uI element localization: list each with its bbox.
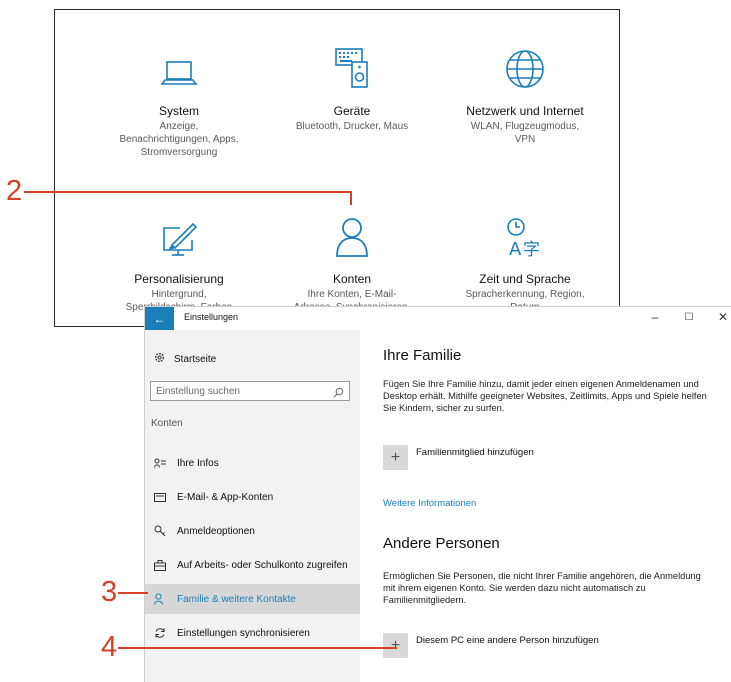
sidebar-item-your-info[interactable]: Ihre Infos (145, 448, 360, 478)
tile-desc-line: WLAN, Flugzeugmodus, (470, 121, 580, 132)
settings-categories-panel: System Anzeige, Benachrichtigungen, Apps,… (54, 9, 620, 327)
key-icon (153, 524, 167, 538)
person-icon (267, 206, 437, 258)
sidebar-item-label: Familie & weitere Kontakte (177, 593, 296, 605)
maximize-button[interactable]: ☐ (679, 312, 699, 323)
sidebar-item-label: E-Mail- & App-Konten (177, 491, 274, 503)
sidebar-home[interactable]: Startseite (154, 352, 216, 366)
tile-time-language[interactable]: A字 Zeit und Sprache Spracherkennung, Reg… (440, 206, 610, 314)
settings-window: ← Einstellungen – ☐ ✕ Startseite Einstel… (145, 307, 731, 682)
tile-name: Geräte (333, 104, 371, 118)
add-family-member-label: Familienmitglied hinzufügen (416, 447, 534, 458)
close-button[interactable]: ✕ (713, 310, 731, 324)
sidebar-item-label: Ihre Infos (177, 457, 219, 469)
mail-icon (153, 490, 167, 504)
tile-network[interactable]: Netzwerk und Internet WLAN, Flugzeugmodu… (440, 38, 610, 146)
sidebar-item-signin-options[interactable]: Anmeldeoptionen (145, 516, 360, 546)
plus-icon: + (383, 633, 408, 658)
callout-3-line (118, 592, 148, 594)
add-family-member-button[interactable]: + Familienmitglied hinzufügen (383, 445, 534, 470)
keyboard-speaker-icon (267, 38, 437, 90)
tile-desc-line: Benachrichtigungen, Apps, (119, 134, 239, 145)
sidebar-item-label: Auf Arbeits- oder Schulkonto zugreifen (177, 559, 348, 571)
back-button[interactable]: ← (145, 307, 174, 330)
tile-name: Zeit und Sprache (479, 272, 571, 286)
other-people-heading: Andere Personen (383, 535, 500, 552)
callout-4-line (118, 647, 397, 649)
search-icon[interactable] (333, 385, 344, 403)
sync-icon (153, 626, 167, 640)
tile-system[interactable]: System Anzeige, Benachrichtigungen, Apps,… (94, 38, 264, 159)
callout-2: 2 (6, 175, 23, 207)
briefcase-icon (153, 558, 167, 572)
window-title: Einstellungen (184, 312, 239, 322)
globe-icon (440, 38, 610, 90)
person-info-icon (153, 456, 167, 470)
tile-name: Konten (332, 272, 372, 286)
plus-icon: + (383, 445, 408, 470)
family-description: Fügen Sie Ihre Familie hinzu, damit jede… (383, 379, 707, 413)
family-icon (153, 592, 167, 606)
tile-desc-line: Stromversorgung (140, 147, 218, 158)
tile-name: Personalisierung (134, 272, 224, 286)
sidebar-home-label: Startseite (174, 353, 217, 365)
callout-4: 4 (101, 631, 118, 663)
callout-2-line-drop (350, 191, 352, 205)
tile-accounts[interactable]: Konten Ihre Konten, E-Mail-Adresse, Sync… (267, 206, 437, 314)
laptop-icon (94, 38, 264, 90)
title-bar: ← Einstellungen – ☐ ✕ (145, 307, 731, 330)
tile-desc: WLAN, Flugzeugmodus, VPN (440, 120, 610, 146)
tile-personalization[interactable]: Personalisierung Hintergrund,Sperrbildsc… (94, 206, 264, 314)
svg-text:字: 字 (523, 240, 540, 258)
sidebar-item-work-school[interactable]: Auf Arbeits- oder Schulkonto zugreifen (145, 550, 360, 580)
sidebar-section-label: Konten (151, 418, 183, 429)
sidebar-item-label: Anmeldeoptionen (177, 525, 255, 537)
sidebar-item-email-accounts[interactable]: E-Mail- & App-Konten (145, 482, 360, 512)
add-other-person-button[interactable]: + Diesem PC eine andere Person hinzufüge… (383, 633, 599, 658)
tile-name: System (158, 104, 199, 118)
gear-icon (154, 352, 165, 366)
time-language-icon: A字 (440, 206, 610, 258)
more-info-link[interactable]: Weitere Informationen (383, 498, 476, 509)
minimize-button[interactable]: – (645, 310, 665, 324)
sidebar-item-label: Einstellungen synchronisieren (177, 627, 310, 639)
tile-desc-line: Ihre Konten, E-Mail- (307, 289, 397, 300)
tile-devices[interactable]: Geräte Bluetooth, Drucker, Maus (267, 38, 437, 133)
tile-desc-line: Hintergrund, (151, 289, 207, 300)
tile-desc: Bluetooth, Drucker, Maus (267, 120, 437, 133)
sidebar-item-sync[interactable]: Einstellungen synchronisieren (145, 618, 360, 648)
other-people-description: Ermöglichen Sie Personen, die nicht Ihre… (383, 571, 701, 605)
tile-name: Netzwerk und Internet (466, 104, 584, 118)
search-placeholder: Einstellung suchen (156, 386, 240, 397)
add-other-person-label: Diesem PC eine andere Person hinzufügen (416, 635, 599, 646)
tile-desc: Anzeige, Benachrichtigungen, Apps, Stromve… (94, 120, 264, 159)
paint-monitor-icon (94, 206, 264, 258)
tile-desc-line: VPN (514, 134, 536, 145)
sidebar: Startseite Einstellung suchen Konten Ihr… (145, 330, 360, 682)
tile-desc-line: Bluetooth, Drucker, Maus (295, 121, 409, 132)
svg-text:A: A (509, 239, 522, 258)
callout-3: 3 (101, 576, 118, 608)
tile-desc-line: Anzeige, (159, 121, 199, 132)
tile-desc-line: Spracherkennung, Region, (465, 289, 585, 300)
search-input[interactable]: Einstellung suchen (150, 381, 350, 401)
callout-2-line (24, 191, 352, 193)
sidebar-item-family[interactable]: Familie & weitere Kontakte (145, 584, 360, 614)
family-heading: Ihre Familie (383, 347, 462, 364)
